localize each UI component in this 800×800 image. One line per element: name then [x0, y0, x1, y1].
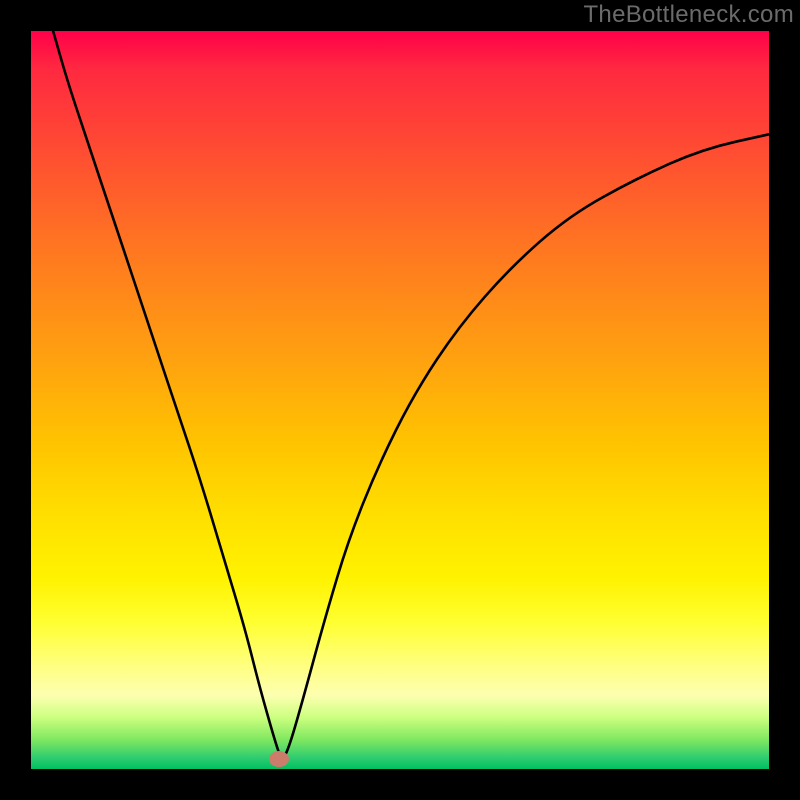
- curve-layer: [31, 31, 769, 769]
- bottleneck-curve: [53, 31, 769, 757]
- watermark-text: TheBottleneck.com: [583, 1, 794, 29]
- chart-root: TheBottleneck.com: [0, 0, 800, 800]
- plot-area: [31, 31, 769, 769]
- curve-marker-dot: [269, 751, 289, 767]
